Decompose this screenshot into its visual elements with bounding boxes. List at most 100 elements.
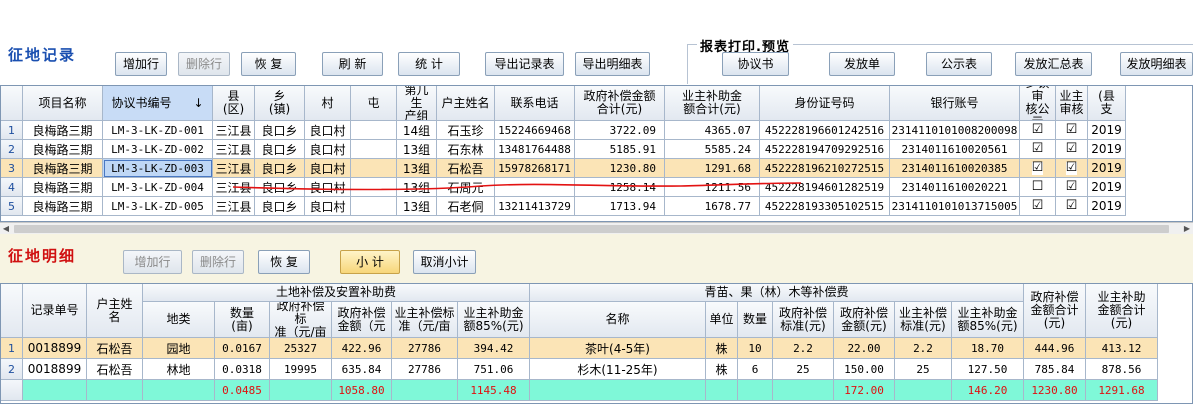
payment-slip-button[interactable]: 发放单 [829, 52, 895, 76]
cell-c_gov_amt[interactable]: 22.00 [834, 338, 895, 359]
town-audit-checkbox[interactable]: ☑ [1031, 199, 1044, 213]
cell-count[interactable]: 10 [738, 338, 773, 359]
cell-c_gov_std[interactable]: 2.2 [773, 338, 834, 359]
table-row[interactable]: 2 良梅路三期 LM-3-LK-ZD-002 三江县 良口乡 良口村 13组 石东林 13481… [1, 140, 1126, 159]
town-audit-checkbox[interactable]: ☐ [1031, 180, 1044, 194]
subtotal-button[interactable]: 小 计 [340, 250, 400, 274]
cell-owner_audit[interactable]: ☑ [1056, 159, 1088, 178]
column-header[interactable]: 身份证号码 [760, 86, 890, 121]
cell-owner_std[interactable]: 27786 [392, 359, 458, 380]
column-header[interactable]: 数量 (亩) [215, 302, 270, 338]
row-number[interactable]: 1 [1, 338, 23, 359]
owner-audit-checkbox[interactable]: ☑ [1065, 199, 1078, 213]
column-header[interactable]: 项目名称 [23, 86, 103, 121]
row-number[interactable]: 2 [1, 359, 23, 380]
cell-record_no[interactable]: 0018899 [23, 338, 87, 359]
column-header[interactable]: (县 支 [1088, 86, 1126, 121]
column-header[interactable]: 业主补偿 标准(元) [895, 302, 952, 338]
cell-qty[interactable]: 0.0318 [215, 359, 270, 380]
records-table[interactable]: 项目名称 协议书编号 ↓ 县 (区) 乡 (镇) 村 屯 第几生 产组 户主姓名 联系电话 政府补偿… [0, 85, 1193, 222]
cell-c_owner_amt[interactable]: 127.50 [952, 359, 1024, 380]
column-header[interactable]: 乡镇审 核公示 [1020, 86, 1056, 121]
cell-count[interactable]: 6 [738, 359, 773, 380]
refresh-button[interactable]: 刷 新 [322, 52, 383, 76]
cell-town_audit[interactable]: ☑ [1020, 197, 1056, 216]
column-header[interactable]: 户主姓名 [437, 86, 495, 121]
column-header[interactable]: 名称 [530, 302, 706, 338]
scrollbar-thumb[interactable] [14, 225, 1169, 233]
cell-gov_total[interactable]: 444.96 [1024, 338, 1086, 359]
stats-button[interactable]: 统 计 [398, 52, 460, 76]
column-header[interactable]: 政府补偿标 准（元/亩 [270, 302, 332, 338]
cell-owner_amt[interactable]: 394.42 [458, 338, 530, 359]
public-notice-button[interactable]: 公示表 [926, 52, 992, 76]
row-number[interactable]: 5 [1, 197, 23, 216]
column-header[interactable]: 业主补助金 额85%(元) [952, 302, 1024, 338]
cell-unit[interactable]: 株 [706, 359, 738, 380]
cell-town_audit[interactable]: ☑ [1020, 121, 1056, 140]
add-row-button[interactable]: 增加行 [115, 52, 167, 76]
cell-owner_audit[interactable]: ☑ [1056, 140, 1088, 159]
cell-owner_audit[interactable]: ☑ [1056, 197, 1088, 216]
cell-record_no[interactable]: 0018899 [23, 359, 87, 380]
payment-details-button[interactable]: 发放明细表 [1120, 52, 1193, 76]
cell-gov_std[interactable]: 19995 [270, 359, 332, 380]
cell-owner_total[interactable]: 413.12 [1086, 338, 1158, 359]
cell-owner_total[interactable]: 878.56 [1086, 359, 1158, 380]
table-row[interactable]: 4 良梅路三期 LM-3-LK-ZD-004 三江县 良口乡 良口村 13组 石周元 1258.… [1, 178, 1126, 197]
cell-c_gov_std[interactable]: 25 [773, 359, 834, 380]
column-header[interactable]: 业主补助金 额合计(元) [665, 86, 760, 121]
row-number[interactable]: 1 [1, 121, 23, 140]
cell-qty[interactable]: 0.0167 [215, 338, 270, 359]
column-header[interactable]: 屯 [351, 86, 397, 121]
column-header[interactable]: 政府补偿 标准(元) [773, 302, 834, 338]
column-header[interactable]: 记录单号 [23, 284, 87, 338]
column-header[interactable]: 第几生 产组 [397, 86, 437, 121]
column-header[interactable]: 业主补偿标 准（元/亩 [392, 302, 458, 338]
column-header[interactable]: 村 [305, 86, 351, 121]
town-audit-checkbox[interactable]: ☑ [1031, 142, 1044, 156]
table-row[interactable]: 3 良梅路三期 LM-3-LK-ZD-003 三江县 良口乡 良口村 13组 石松吾 15978… [1, 159, 1126, 178]
row-number[interactable]: 4 [1, 178, 23, 197]
column-header[interactable]: 政府补偿 金额（元 [332, 302, 392, 338]
cell-unit[interactable]: 株 [706, 338, 738, 359]
export-records-button[interactable]: 导出记录表 [485, 52, 564, 76]
column-header[interactable]: 政府补偿 金额合计 (元) [1024, 284, 1086, 338]
cell-c_gov_amt[interactable]: 150.00 [834, 359, 895, 380]
cell-gov_amt[interactable]: 422.96 [332, 338, 392, 359]
cell-name[interactable]: 杉木(11-25年) [530, 359, 706, 380]
delete-row-button[interactable]: 删除行 [178, 52, 230, 76]
cell-town_audit[interactable]: ☐ [1020, 178, 1056, 197]
cell-name[interactable]: 茶叶(4-5年) [530, 338, 706, 359]
cell-c_owner_amt[interactable]: 18.70 [952, 338, 1024, 359]
export-details-button[interactable]: 导出明细表 [575, 52, 650, 76]
detail-delete-row-button[interactable]: 删除行 [192, 250, 244, 274]
owner-audit-checkbox[interactable]: ☑ [1065, 123, 1078, 137]
column-header[interactable]: 政府补偿 金额(元) [834, 302, 895, 338]
payment-summary-button[interactable]: 发放汇总表 [1015, 52, 1092, 76]
agreement-print-button[interactable]: 协议书 [722, 52, 789, 76]
column-header[interactable]: 银行账号 [890, 86, 1020, 121]
cell-owner[interactable]: 石松吾 [87, 359, 143, 380]
column-header[interactable]: 数量 [738, 302, 773, 338]
cell-owner_audit[interactable]: ☑ [1056, 178, 1088, 197]
column-header[interactable]: 业主补助金 额85%(元) [458, 302, 530, 338]
row-number[interactable]: 2 [1, 140, 23, 159]
column-header[interactable]: 县 (区) [213, 86, 255, 121]
town-audit-checkbox[interactable]: ☑ [1031, 123, 1044, 137]
cell-owner_audit[interactable]: ☑ [1056, 121, 1088, 140]
column-header[interactable]: 业主补助 金额合计 (元) [1086, 284, 1158, 338]
table-row[interactable]: 5 良梅路三期 LM-3-LK-ZD-005 三江县 良口乡 良口村 13组 石老侗 13211… [1, 197, 1126, 216]
column-header[interactable]: 乡 (镇) [255, 86, 305, 121]
column-header[interactable]: 政府补偿金额 合计(元) [575, 86, 665, 121]
detail-restore-button[interactable]: 恢 复 [258, 250, 310, 274]
cell-c_owner_std[interactable]: 2.2 [895, 338, 952, 359]
records-horizontal-scrollbar[interactable]: ◀ ▶ [0, 222, 1193, 234]
row-number[interactable]: 3 [1, 159, 23, 178]
cell-owner_std[interactable]: 27786 [392, 338, 458, 359]
cell-owner[interactable]: 石松吾 [87, 338, 143, 359]
cancel-subtotal-button[interactable]: 取消小计 [413, 250, 476, 274]
cell-gov_amt[interactable]: 635.84 [332, 359, 392, 380]
table-row[interactable]: 1 良梅路三期 LM-3-LK-ZD-001 三江县 良口乡 良口村 14组 石玉珍 15224… [1, 121, 1126, 140]
column-header[interactable]: 单位 [706, 302, 738, 338]
